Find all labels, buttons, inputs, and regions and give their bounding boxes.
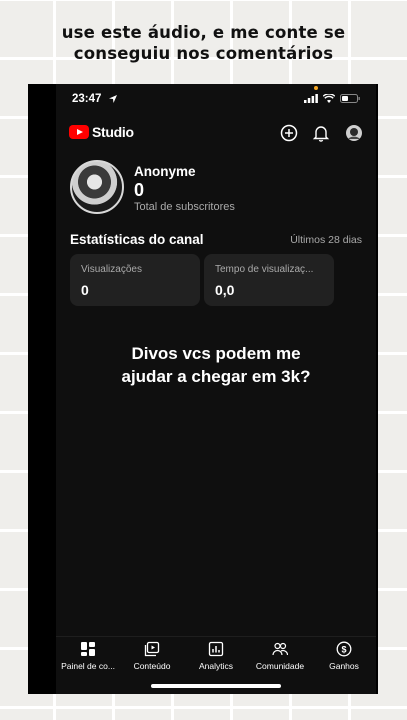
stat-card-label: Visualizações [81,264,142,275]
nav-label: Conteúdo [133,661,171,671]
home-indicator[interactable] [151,684,281,688]
channel-profile: Anonyme 0 Total de subscritores [70,160,362,216]
svg-text:$: $ [341,645,346,655]
studio-logo[interactable]: Studio [69,124,134,140]
stat-card-label: Tempo de visualizaç... [215,264,314,275]
stat-card-views[interactable]: Visualizações 0 [70,254,200,306]
nav-label: Comunidade [255,661,305,671]
add-circle-icon[interactable] [280,124,298,142]
channel-name: Anonyme [134,164,196,179]
phone-bezel-left [28,84,56,694]
nav-label: Painel de co... [61,661,115,671]
wifi-icon [323,94,335,103]
nav-earn[interactable]: $ Ganhos [312,637,376,676]
stat-card-value: 0,0 [215,282,235,298]
analytics-icon [208,641,224,657]
nav-community[interactable]: Comunidade [248,637,312,676]
earn-icon: $ [336,641,352,657]
status-bar: 23:47 [56,84,376,114]
logo-text: Studio [92,124,134,140]
signal-icon [304,94,318,103]
phone-frame: 23:47 Studio Anonyme 0 Total de subscrit… [28,84,378,694]
nav-analytics[interactable]: Analytics [184,637,248,676]
caption-line-2: conseguiu nos comentários [73,44,334,63]
subscriber-label: Total de subscritores [134,201,235,213]
bottom-nav: Painel de co... Conteúdo Analytics Comun… [56,636,376,676]
overlay-text: Divos vcs podem me ajudar a chegar em 3k… [56,342,376,388]
studio-screen: 23:47 Studio Anonyme 0 Total de subscrit… [56,84,376,694]
phone-bezel-right [376,84,378,694]
content-icon [144,641,160,657]
nav-label: Ganhos [329,661,359,671]
app-header: Studio [56,122,376,146]
video-caption: use este áudio, e me conte se conseguiu … [0,22,407,64]
subscriber-count: 0 [134,180,145,200]
stats-period[interactable]: Últimos 28 dias [290,234,362,246]
account-avatar-icon[interactable] [345,124,363,142]
overlay-line-1: Divos vcs podem me [131,344,301,363]
nav-dashboard[interactable]: Painel de co... [56,637,120,676]
bell-icon[interactable] [312,124,330,142]
nav-content[interactable]: Conteúdo [120,637,184,676]
stat-card-value: 0 [81,282,89,298]
stats-title: Estatísticas do canal [70,232,204,247]
status-icons [304,94,360,103]
location-arrow-icon [109,95,117,103]
stat-card-watch-time[interactable]: Tempo de visualizaç... 0,0 [204,254,334,306]
community-icon [272,642,288,656]
channel-avatar[interactable] [70,160,124,214]
caption-line-1: use este áudio, e me conte se [61,23,346,42]
status-time: 23:47 [72,93,102,105]
channel-stats-header: Estatísticas do canal Últimos 28 dias [70,232,362,250]
youtube-logo-icon [69,125,89,139]
privacy-indicator-dot [314,86,318,90]
battery-icon [340,94,360,103]
overlay-line-2: ajudar a chegar em 3k? [121,367,311,386]
dashboard-icon [81,642,95,656]
nav-label: Analytics [198,661,233,671]
